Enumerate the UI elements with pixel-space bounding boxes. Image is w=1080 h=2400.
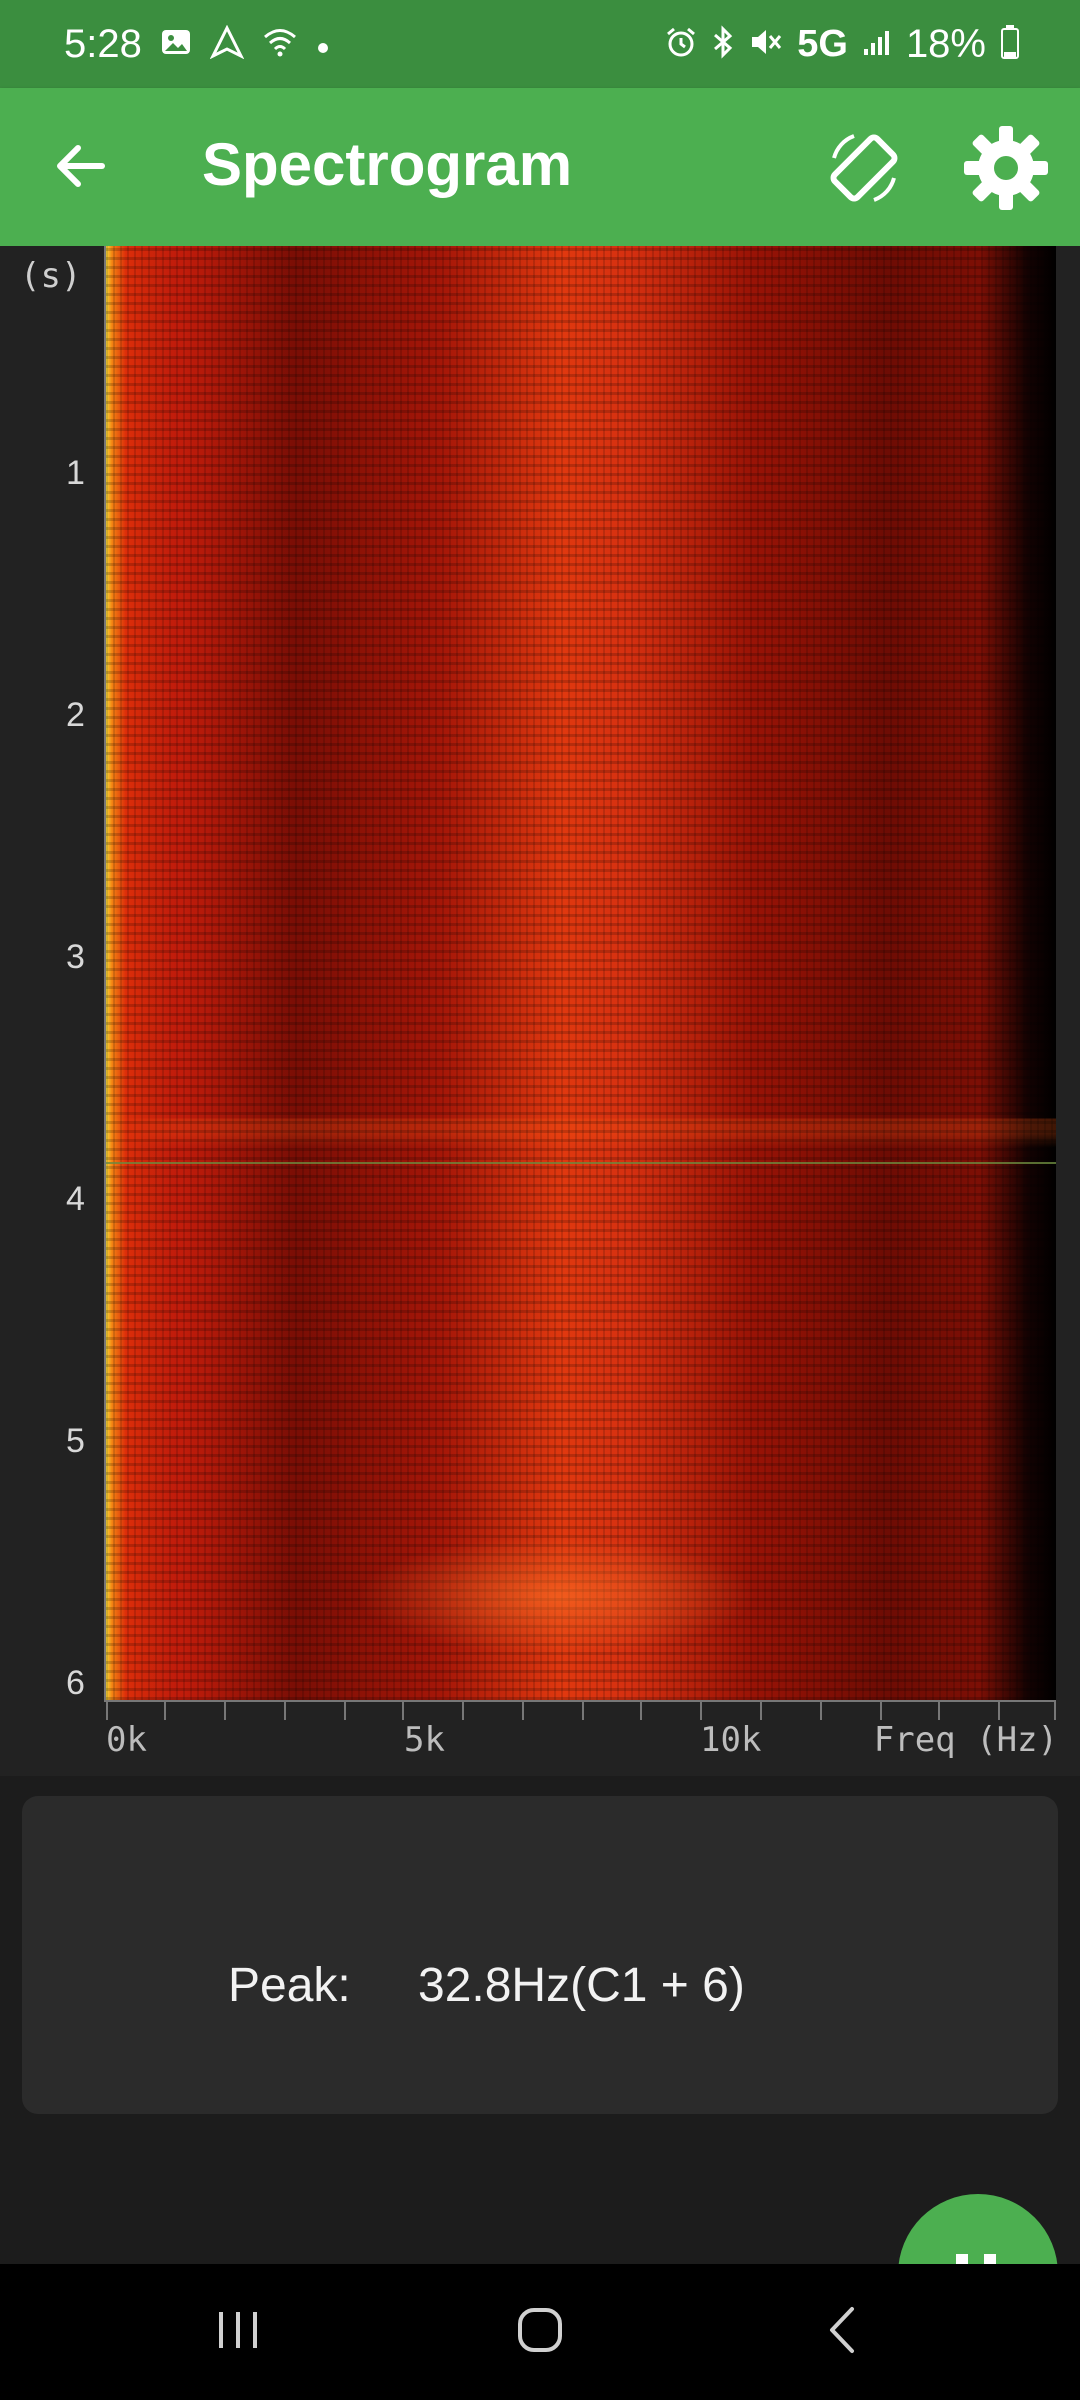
spectrogram-texture: [106, 246, 1056, 1700]
x-tick: [106, 1702, 108, 1720]
settings-button[interactable]: [962, 124, 1050, 212]
x-tick: [700, 1702, 702, 1720]
wifi-icon: [262, 26, 298, 63]
y-tick-label: 4: [66, 1180, 85, 1218]
network-label: 5G: [797, 22, 848, 65]
back-icon: [822, 2305, 862, 2360]
status-right: 5G 18%: [665, 0, 1020, 88]
peak-label: Peak:: [228, 1959, 351, 2012]
x-tick: [938, 1702, 940, 1720]
x-tick: [462, 1702, 464, 1720]
x-tick-label: 10k: [700, 1720, 762, 1760]
alarm-icon: [665, 26, 697, 63]
x-tick: [760, 1702, 762, 1720]
x-tick: [224, 1702, 226, 1720]
x-tick: [522, 1702, 524, 1720]
x-tick: [402, 1702, 404, 1720]
y-tick-label: 6: [66, 1664, 85, 1702]
x-tick: [164, 1702, 166, 1720]
x-tick-label: 5k: [404, 1720, 445, 1760]
x-tick: [820, 1702, 822, 1720]
x-tick: [880, 1702, 882, 1720]
battery-percent: 18%: [905, 21, 986, 66]
mute-icon: [749, 26, 783, 63]
back-button[interactable]: [40, 128, 120, 208]
spectrogram-plot[interactable]: [106, 246, 1056, 1700]
screen-rotate-icon: [820, 134, 908, 216]
x-tick: [1054, 1702, 1056, 1720]
system-nav-bar: [0, 2264, 1080, 2400]
y-axis-unit: (s): [20, 256, 82, 296]
spectrogram-area: (s) 1 2 3 4 5 6 0k 5k 10k Freq (Hz): [0, 246, 1080, 1776]
page-title: Spectrogram: [202, 131, 573, 198]
peak-value: 32.8Hz(C1 + 6): [418, 1959, 745, 2012]
y-tick-label: 1: [66, 454, 85, 492]
time-cursor-line: [106, 1162, 1056, 1164]
app-bar: Spectrogram: [0, 88, 1080, 246]
back-arrow-icon: [54, 144, 106, 193]
y-tick-label: 2: [66, 696, 85, 734]
x-tick: [582, 1702, 584, 1720]
y-tick-label: 5: [66, 1422, 85, 1460]
signal-icon: [862, 27, 892, 62]
home-icon: [515, 2305, 565, 2360]
status-time: 5:28: [64, 21, 142, 66]
x-tick: [344, 1702, 346, 1720]
home-button[interactable]: [470, 2264, 610, 2400]
y-tick-label: 3: [66, 938, 85, 976]
status-bar: 5:28 5G 18%: [0, 0, 1080, 88]
x-axis-line: [104, 1700, 1056, 1702]
screen-rotate-button[interactable]: [820, 124, 908, 212]
recents-icon: [213, 2308, 263, 2357]
x-tick: [640, 1702, 642, 1720]
nav-back-button[interactable]: [772, 2264, 912, 2400]
battery-icon: [1000, 24, 1020, 65]
recents-button[interactable]: [168, 2264, 308, 2400]
x-tick: [284, 1702, 286, 1720]
x-tick-label: 0k: [106, 1720, 147, 1760]
navigation-icon: [209, 24, 245, 64]
status-left: 5:28: [64, 0, 330, 88]
x-tick: [998, 1702, 1000, 1720]
image-icon: [160, 26, 192, 63]
peak-info-card: Peak: 32.8Hz(C1 + 6): [22, 1796, 1058, 2114]
spectrogram-bright-band: [356, 1536, 756, 1656]
x-axis-unit: Freq (Hz): [873, 1720, 1058, 1760]
bluetooth-icon: [711, 24, 735, 64]
dot-icon: [316, 28, 330, 60]
settings-gear-icon: [962, 126, 1050, 216]
